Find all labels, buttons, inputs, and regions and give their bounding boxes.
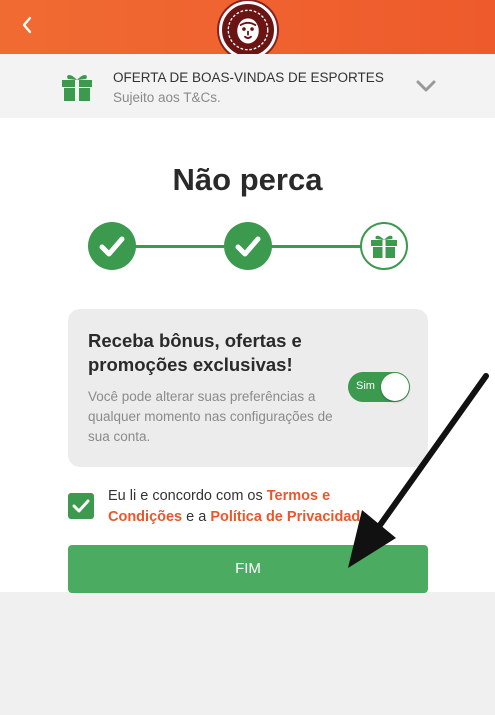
- main-panel: Não perca Receba bônus, ofertas e promoç…: [0, 118, 495, 593]
- consent-text-before: Eu li e concordo com os: [108, 488, 267, 504]
- page-title: Não perca: [172, 162, 323, 197]
- back-button[interactable]: [14, 12, 40, 38]
- step-connector: [134, 245, 224, 248]
- check-icon: [235, 236, 261, 257]
- terms-checkbox[interactable]: [68, 493, 94, 519]
- terms-consent: Eu li e concordo com os Termos e Condiçõ…: [68, 486, 408, 528]
- gift-icon: [62, 74, 92, 101]
- lion-logo-icon: [219, 1, 277, 59]
- welcome-offer-banner[interactable]: OFERTA DE BOAS-VINDAS DE ESPORTES Sujeit…: [0, 54, 495, 118]
- finish-button[interactable]: FIM: [68, 545, 428, 593]
- check-icon: [99, 236, 125, 257]
- toggle-label: Sim: [356, 380, 375, 392]
- chevron-down-icon[interactable]: [414, 76, 438, 96]
- promotions-toggle[interactable]: Sim: [348, 372, 410, 402]
- offer-terms: Sujeito aos T&Cs.: [113, 90, 221, 105]
- step-connector: [270, 245, 362, 248]
- preferences-card: Receba bônus, ofertas e promoções exclus…: [68, 309, 428, 467]
- gift-icon: [371, 235, 397, 258]
- offer-text: OFERTA DE BOAS-VINDAS DE ESPORTES Sujeit…: [113, 68, 418, 108]
- chevron-left-icon: [22, 16, 32, 34]
- step-1-complete: [88, 222, 136, 270]
- offer-title: OFERTA DE BOAS-VINDAS DE ESPORTES: [113, 70, 384, 85]
- consent-text: Eu li e concordo com os Termos e Condiçõ…: [108, 486, 408, 528]
- preferences-description: Você pode alterar suas preferências a qu…: [88, 389, 333, 444]
- step-2-complete: [224, 222, 272, 270]
- step-3-current: [360, 222, 408, 270]
- progress-steps: [86, 220, 410, 272]
- consent-text-middle: e a: [182, 509, 211, 525]
- privacy-link[interactable]: Política de Privacidade: [210, 509, 368, 525]
- preferences-title: Receba bônus, ofertas e promoções exclus…: [88, 330, 302, 375]
- top-bar: [0, 0, 495, 59]
- check-icon: [72, 499, 90, 513]
- toggle-knob: [381, 373, 409, 401]
